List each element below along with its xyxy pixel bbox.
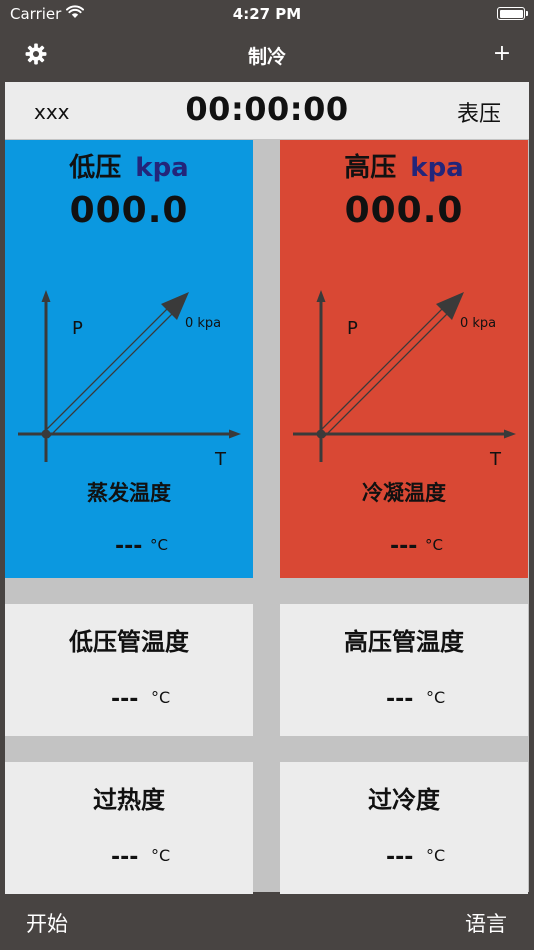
low-axis-p-label: P xyxy=(72,318,83,339)
info-row: xxx 00:00:00 表压 xyxy=(5,82,529,139)
main-panel: xxx 00:00:00 表压 低压 kpa 000.0 P 0 kpa T 蒸发… xyxy=(5,82,529,894)
low-pressure-panel: 低压 kpa 000.0 P 0 kpa T 蒸发温度 --- °C xyxy=(5,140,253,578)
high-pressure-title: 高压 kpa xyxy=(280,147,528,184)
low-pressure-unit: kpa xyxy=(135,153,189,183)
subcool-unit: °C xyxy=(426,846,446,865)
evaporation-temp-unit: °C xyxy=(150,536,168,554)
high-pipe-temp-label: 高压管温度 xyxy=(344,628,464,656)
nav-bar: 制冷 + xyxy=(0,30,534,80)
page-title: 制冷 xyxy=(247,46,286,68)
subcool-label: 过冷度 xyxy=(368,786,440,814)
bottom-bar: 开始 语言 xyxy=(0,893,534,950)
high-pipe-temp-card: 高压管温度 --- °C xyxy=(280,604,528,736)
condensation-temp-value: --- xyxy=(390,534,418,559)
superheat-card: 过热度 --- °C xyxy=(5,762,253,894)
low-pipe-temp-label: 低压管温度 xyxy=(69,628,189,656)
add-button[interactable]: + xyxy=(491,42,513,66)
superheat-unit: °C xyxy=(151,846,171,865)
pressure-mode-label[interactable]: 表压 xyxy=(457,96,501,128)
battery-icon xyxy=(497,7,528,20)
low-axis-t-label: T xyxy=(215,449,226,470)
low-pressure-value: 000.0 xyxy=(69,190,189,231)
high-axis-p-label: P xyxy=(347,318,358,339)
high-pipe-temp-unit: °C xyxy=(426,688,446,707)
superheat-label: 过热度 xyxy=(93,786,165,814)
subcool-card: 过冷度 --- °C xyxy=(280,762,528,894)
low-pipe-temp-value: --- xyxy=(111,687,139,712)
high-gauge-value: 0 kpa xyxy=(460,316,497,331)
evaporation-temp-value: --- xyxy=(115,534,143,559)
low-gauge-value: 0 kpa xyxy=(185,316,222,331)
condensation-temp-unit: °C xyxy=(425,536,443,554)
high-pipe-temp-value: --- xyxy=(386,687,414,712)
start-button[interactable]: 开始 xyxy=(26,908,68,938)
high-pressure-value: 000.0 xyxy=(344,190,464,231)
high-pressure-unit: kpa xyxy=(410,153,464,183)
timer-display: 00:00:00 xyxy=(185,90,349,128)
low-pressure-label: 低压 xyxy=(69,153,122,183)
low-pressure-title: 低压 kpa xyxy=(5,147,253,184)
status-time: 4:27 PM xyxy=(232,5,302,23)
language-button[interactable]: 语言 xyxy=(465,908,507,938)
high-axis-t-label: T xyxy=(490,449,501,470)
low-pipe-temp-unit: °C xyxy=(151,688,171,707)
subcool-value: --- xyxy=(386,845,414,870)
low-pipe-temp-card: 低压管温度 --- °C xyxy=(5,604,253,736)
superheat-value: --- xyxy=(111,845,139,870)
status-bar: Carrier 4:27 PM xyxy=(0,0,534,30)
high-pressure-label: 高压 xyxy=(344,153,397,183)
evaporation-temp-label: 蒸发温度 xyxy=(87,481,171,505)
condensation-temp-label: 冷凝温度 xyxy=(362,481,446,505)
high-pressure-panel: 高压 kpa 000.0 P 0 kpa T 冷凝温度 --- °C xyxy=(280,140,528,578)
